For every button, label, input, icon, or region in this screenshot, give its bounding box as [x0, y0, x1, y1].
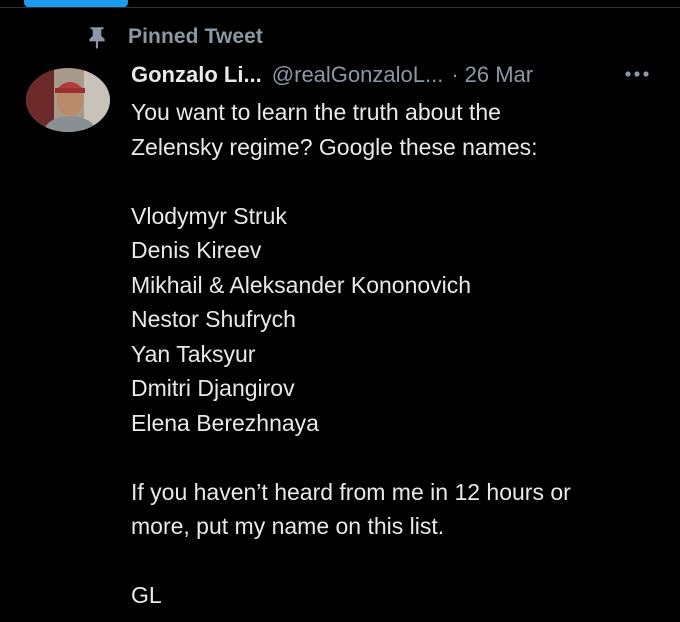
name-list-item: Nestor Shufrych	[131, 306, 296, 332]
tweet-line: You want to learn the truth about the	[131, 99, 501, 125]
pin-icon	[84, 24, 110, 50]
avatar[interactable]	[26, 68, 110, 132]
name-list-item: Dmitri Djangirov	[131, 375, 295, 401]
name-list-item: Yan Taksyur	[131, 340, 256, 367]
name-list-item: Mikhail & Aleksander Kononovich	[131, 271, 472, 298]
name-list-item: Vlodymyr Struk	[131, 202, 287, 229]
top-divider	[0, 7, 680, 8]
more-options-button[interactable]	[620, 64, 654, 84]
tweet-line: Zelensky regime? Google these names:	[131, 133, 538, 160]
tweet-signoff: GL	[131, 582, 162, 608]
tweet-date[interactable]: 26 Mar	[465, 62, 533, 88]
author-name[interactable]: Gonzalo Li...	[131, 62, 262, 88]
name-list-item: Denis Kireev	[131, 237, 262, 263]
pinned-label: Pinned Tweet	[128, 25, 263, 48]
tweet-line: If you haven’t heard from me in 12 hours…	[131, 478, 571, 505]
author-handle[interactable]: @realGonzaloL...	[272, 62, 444, 88]
tweet-line: more, put my name on this list.	[131, 513, 445, 539]
tweet-header: Gonzalo Li... @realGonzaloL... · 26 Mar	[131, 58, 671, 92]
name-list-item: Elena Berezhnaya	[131, 409, 319, 436]
tweet-text: You want to learn the truth about the Ze…	[131, 95, 661, 613]
more-horizontal-icon	[624, 65, 650, 83]
pinned-indicator: Pinned Tweet	[84, 22, 263, 52]
header-separator: ·	[451, 62, 459, 87]
